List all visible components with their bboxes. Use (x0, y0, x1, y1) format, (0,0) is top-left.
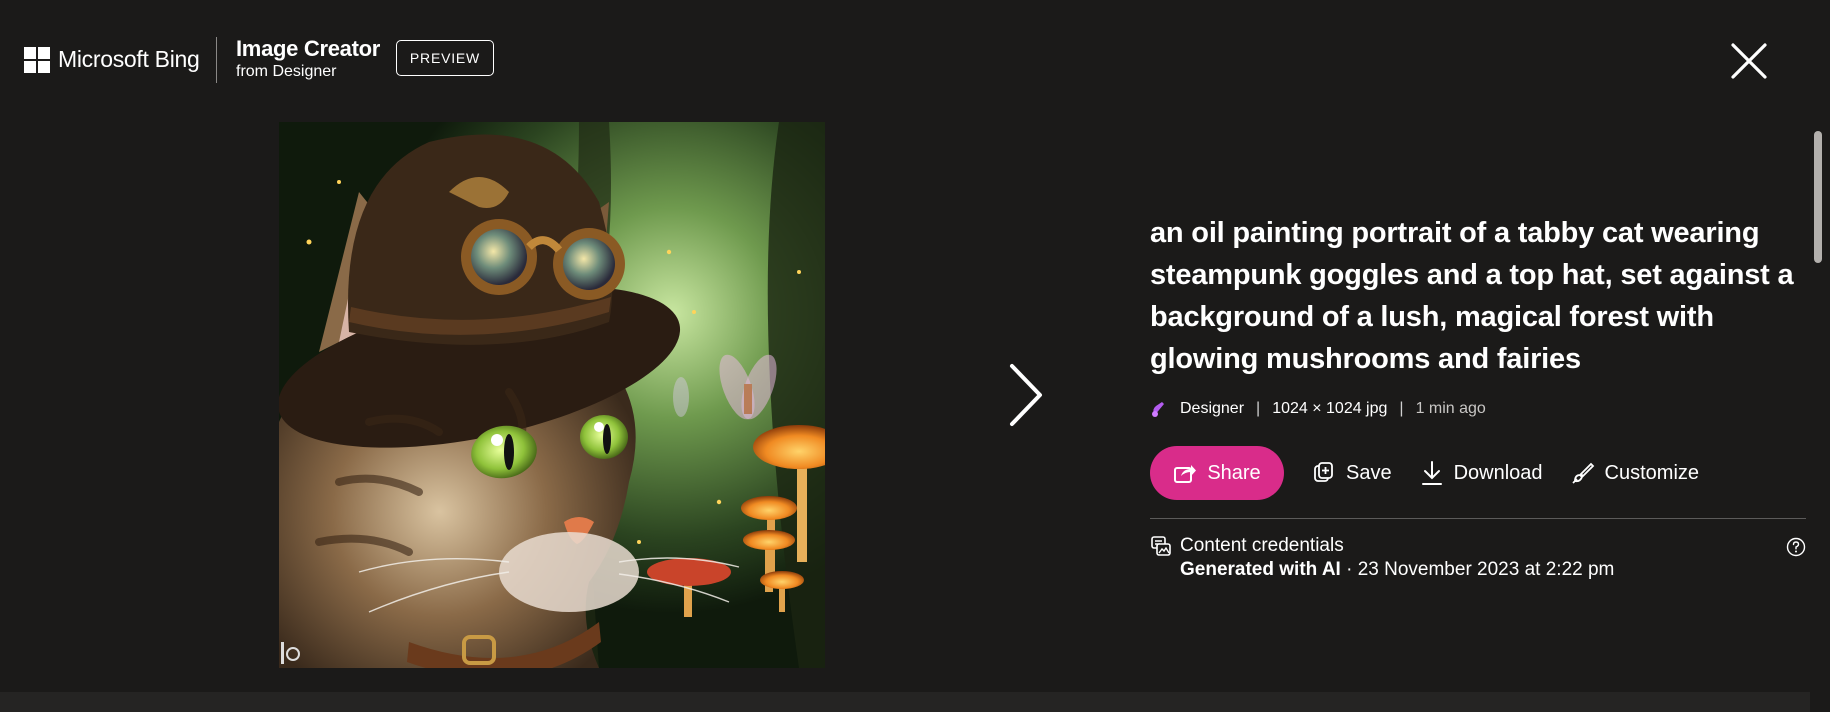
windows-logo-icon (24, 46, 50, 73)
brand-name: Microsoft Bing (58, 46, 200, 72)
meta-separator: | (1256, 400, 1261, 417)
next-image-button[interactable] (1000, 360, 1052, 430)
share-icon (1174, 465, 1197, 483)
meta-separator: | (1399, 400, 1404, 417)
download-icon (1421, 461, 1442, 485)
customize-label: Customize (1604, 461, 1700, 484)
microsoft-bing-logo[interactable]: Microsoft Bing (24, 46, 200, 73)
product-title: Image Creator (236, 36, 381, 61)
generated-date: · 23 November 2023 at 2:22 pm (1340, 559, 1615, 580)
save-label: Save (1346, 461, 1392, 484)
share-label: Share (1207, 461, 1261, 484)
customize-button[interactable]: Customize (1571, 461, 1699, 485)
generated-with-ai: Generated with AI (1180, 559, 1341, 580)
details-divider (1150, 518, 1806, 519)
help-icon[interactable] (1786, 537, 1806, 557)
product-name[interactable]: Image Creator from Designer (236, 36, 380, 82)
action-bar: Share Save Download Customize (1150, 446, 1810, 500)
credentials-title: Content credentials (1180, 535, 1344, 556)
prompt-text: an oil painting portrait of a tabby cat … (1150, 217, 1794, 375)
header-divider (216, 37, 217, 83)
chevron-right-icon (1010, 364, 1042, 426)
content-credentials: Content credentials Generated with AI · … (1150, 535, 1810, 581)
credentials-header: Content credentials (1150, 535, 1810, 557)
bottom-strip (0, 692, 1810, 712)
save-collection-icon (1314, 462, 1333, 482)
content-credentials-icon (1151, 536, 1171, 556)
image-details-panel: an oil painting portrait of a tabby cat … (1150, 212, 1810, 581)
preview-badge: PREVIEW (396, 40, 494, 76)
share-button[interactable]: Share (1150, 446, 1284, 500)
generated-image[interactable] (279, 122, 825, 668)
scrollbar-thumb[interactable] (1814, 131, 1822, 263)
credentials-detail: Generated with AI · 23 November 2023 at … (1180, 559, 1810, 581)
close-icon (1731, 43, 1767, 79)
meta-dimensions: 1024 × 1024 jpg (1272, 400, 1388, 417)
download-label: Download (1453, 461, 1543, 484)
designer-icon (1152, 402, 1164, 417)
download-button[interactable]: Download (1420, 460, 1543, 486)
product-subtitle: from Designer (236, 63, 337, 80)
close-button[interactable] (1728, 40, 1770, 82)
image-meta: Designer | 1024 × 1024 jpg | 1 min ago (1150, 400, 1810, 418)
header: Microsoft Bing Image Creator from Design… (0, 0, 1830, 120)
meta-age: 1 min ago (1415, 400, 1486, 417)
generated-image-artwork (279, 122, 825, 668)
customize-brush-icon (1571, 462, 1594, 484)
meta-source: Designer (1180, 400, 1245, 417)
save-button[interactable]: Save (1312, 461, 1392, 485)
